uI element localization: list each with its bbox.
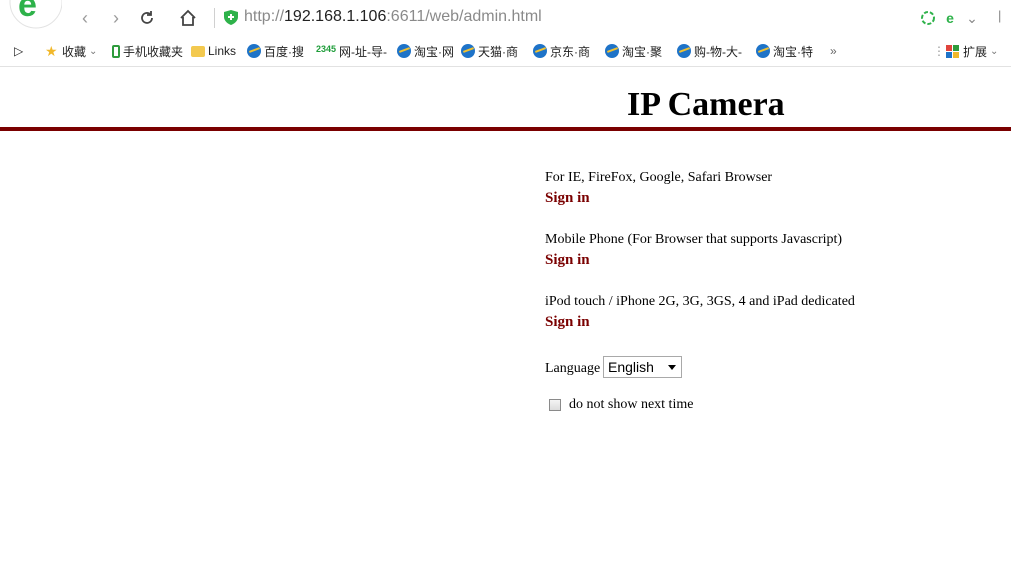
divider-dots-icon: ⋮ <box>933 44 945 58</box>
address-divider <box>214 8 215 28</box>
accelerate-icon[interactable] <box>920 10 936 26</box>
browser-e-icon[interactable]: e <box>942 10 958 26</box>
bookmark-label: 收藏 <box>62 44 87 59</box>
url-host: 192.168.1.106 <box>284 8 387 25</box>
url-scheme: http:// <box>244 8 285 25</box>
signin-ipod-link[interactable]: Sign in <box>545 314 590 331</box>
dont-show-checkbox[interactable] <box>549 399 561 411</box>
bookmark-label: 天猫·商 <box>478 44 518 59</box>
chevron-down-icon: ⌄ <box>89 45 98 57</box>
language-selected-value: English <box>608 359 654 375</box>
bookmark-label: 淘宝·网 <box>414 44 454 59</box>
ie-icon <box>605 44 619 58</box>
bookmark-item[interactable]: 京东·商 <box>533 42 590 60</box>
bookmark-item[interactable]: 淘宝·特 <box>756 42 813 60</box>
bookmark-label: 淘宝·聚 <box>622 44 662 59</box>
bookmark-label: 购-物-大- <box>694 44 742 59</box>
reload-icon[interactable] <box>137 8 157 28</box>
back-icon[interactable]: ‹ <box>75 8 95 28</box>
home-icon[interactable] <box>178 8 198 28</box>
browser-toolbar: e ‹ › http://192.168.1.106:6611/web/admi… <box>0 0 1011 37</box>
more-bookmarks-button[interactable]: » <box>830 42 837 60</box>
sidebar-toggle-icon[interactable]: ▷ <box>14 42 23 60</box>
ie-icon <box>247 44 261 58</box>
url-text[interactable]: http://192.168.1.106:6611/web/admin.html <box>244 8 542 26</box>
toolbar-edge-icon[interactable]: | <box>998 8 1001 23</box>
bookmarks-bar: ▷ ★ 收藏 ⌄ 手机收藏夹 Links 百度·搜 2345 网-址-导- 淘宝… <box>0 36 1011 67</box>
bookmark-item[interactable]: 天猫·商 <box>461 42 518 60</box>
bookmark-item[interactable]: 购-物-大- <box>677 42 742 60</box>
forward-icon[interactable]: › <box>106 8 126 28</box>
star-icon: ★ <box>45 43 58 59</box>
signin-desktop-link[interactable]: Sign in <box>545 190 590 207</box>
bookmark-links[interactable]: Links <box>191 42 236 60</box>
svg-text:e: e <box>18 0 37 24</box>
ipod-option-description: iPod touch / iPhone 2G, 3G, 3GS, 4 and i… <box>545 294 855 309</box>
extensions-grid-icon <box>946 44 959 58</box>
phone-icon <box>112 44 120 58</box>
ie-icon <box>461 44 475 58</box>
extensions-button[interactable]: 扩展 ⌄ <box>946 42 998 60</box>
mobile-option-description: Mobile Phone (For Browser that supports … <box>545 232 843 247</box>
ie-icon <box>677 44 691 58</box>
bookmark-label: 百度·搜 <box>264 44 304 59</box>
bookmark-label: 京东·商 <box>550 44 590 59</box>
bookmark-item[interactable]: 淘宝·聚 <box>605 42 662 60</box>
bookmark-label: Links <box>208 44 237 58</box>
dont-show-label[interactable]: do not show next time <box>569 397 693 413</box>
extensions-label: 扩展 <box>963 44 988 59</box>
language-label: Language <box>545 361 601 376</box>
ie-icon <box>756 44 770 58</box>
address-bar[interactable]: http://192.168.1.106:6611/web/admin.html <box>214 6 914 30</box>
url-path: :6611/web/admin.html <box>386 8 542 25</box>
ie-icon <box>533 44 547 58</box>
language-select[interactable]: English <box>603 356 682 378</box>
browser-option-description: For IE, FireFox, Google, Safari Browser <box>545 170 773 185</box>
browser-logo-icon: e <box>9 0 62 29</box>
page-title: IP Camera <box>627 86 785 123</box>
bookmark-favorites[interactable]: ★ 收藏 ⌄ <box>45 42 97 60</box>
folder-icon <box>191 45 205 57</box>
secure-shield-icon <box>224 10 238 25</box>
bookmark-item[interactable]: 百度·搜 <box>247 42 304 60</box>
bookmark-label: 手机收藏夹 <box>123 44 184 59</box>
bookmark-item[interactable]: 2345 网-址-导- <box>316 42 387 60</box>
bookmark-label: 淘宝·特 <box>773 44 813 59</box>
signin-mobile-link[interactable]: Sign in <box>545 252 590 269</box>
dropdown-arrow-icon <box>668 365 676 370</box>
dropdown-chevron-icon[interactable]: ⌄ <box>964 10 980 26</box>
bookmark-label: 网-址-导- <box>339 44 388 59</box>
chevron-down-icon: ⌄ <box>990 45 999 57</box>
header-divider <box>0 127 1011 131</box>
bookmark-item[interactable]: 淘宝·网 <box>397 42 454 60</box>
bookmark-mobile-favorites[interactable]: 手机收藏夹 <box>112 42 183 60</box>
toolbar-right-icons: e ⌄ <box>920 8 980 28</box>
2345-icon: 2345 <box>316 44 337 54</box>
ie-icon <box>397 44 411 58</box>
